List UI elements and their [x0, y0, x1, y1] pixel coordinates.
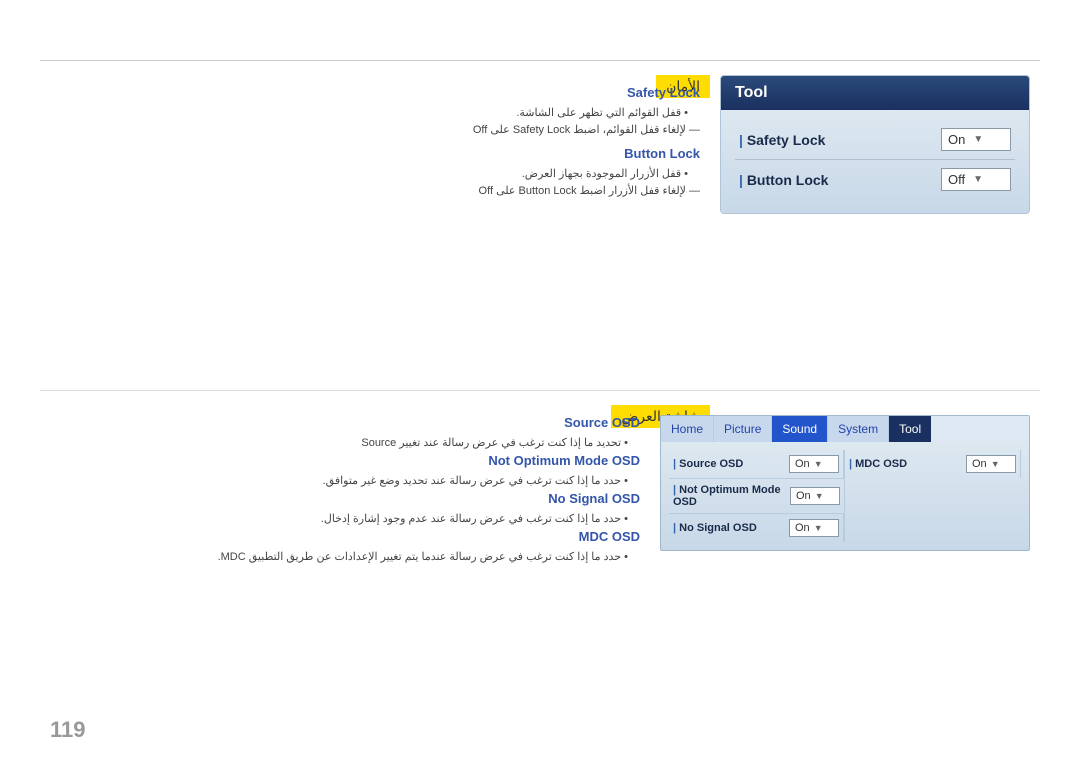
button-lock-bullet: قفل الأزرار الموجودة بجهاز العرض. — [50, 167, 700, 180]
osd-row-not-optimum: Not Optimum Mode OSD On ▼ — [669, 479, 844, 514]
osd-mdc-select[interactable]: On ▼ — [966, 455, 1016, 473]
osd-mdc-value: On — [972, 458, 987, 470]
osd-tabs: Home Picture Sound System Tool — [661, 416, 1029, 442]
tool-safety-lock-select[interactable]: On ▼ — [941, 128, 1011, 151]
tool-panel: Tool Safety Lock On ▼ Button Lock Off ▼ — [720, 75, 1030, 214]
tool-panel-header: Tool — [721, 76, 1029, 110]
osd-no-signal-value: On — [795, 522, 810, 534]
osd-no-signal-label: No Signal OSD — [673, 522, 789, 534]
top-divider — [40, 60, 1040, 61]
osd-row-source: Source OSD On ▼ — [669, 450, 844, 479]
mdc-osd-bullet: حدد ما إذا كنت ترغب في عرض رسالة عندما ي… — [50, 550, 640, 563]
osd-row-mdc: MDC OSD On ▼ — [845, 450, 1021, 478]
safety-lock-heading: Safety Lock — [50, 85, 700, 100]
osd-source-label: Source OSD — [673, 458, 789, 470]
source-osd-heading: Source OSD — [50, 415, 640, 430]
tool-button-lock-value: Off — [948, 172, 965, 187]
osd-no-signal-select[interactable]: On ▼ — [789, 519, 839, 537]
button-lock-sub: — لإلغاء قفل الأزرار اضبط Button Lock عل… — [50, 184, 700, 197]
bottom-text-content: Source OSD تحديد ما إذا كنت ترغب في عرض … — [50, 415, 640, 567]
tool-safety-lock-label: Safety Lock — [739, 132, 825, 148]
bottom-divider — [40, 390, 1040, 391]
tool-safety-lock-value: On — [948, 132, 965, 147]
safety-lock-bullet: قفل القوائم التي تظهر على الشاشة. — [50, 106, 700, 119]
no-signal-bullet: حدد ما إذا كنت ترغب في عرض رسالة عند عدم… — [50, 512, 640, 525]
tool-button-lock-arrow: ▼ — [973, 174, 983, 185]
osd-no-signal-arrow: ▼ — [814, 523, 823, 533]
tab-sound[interactable]: Sound — [772, 416, 828, 442]
tool-panel-body: Safety Lock On ▼ Button Lock Off ▼ — [721, 110, 1029, 213]
osd-source-value: On — [795, 458, 810, 470]
osd-source-arrow: ▼ — [814, 459, 823, 469]
top-text-content: Safety Lock قفل القوائم التي تظهر على ال… — [50, 85, 700, 207]
osd-source-select[interactable]: On ▼ — [789, 455, 839, 473]
osd-body: Source OSD On ▼ Not Optimum Mode OSD On … — [661, 442, 1029, 550]
osd-not-optimum-value: On — [796, 490, 811, 502]
safety-lock-sub: — لإلغاء قفل القوائم، اضبط Safety Lock ع… — [50, 123, 700, 136]
osd-mdc-label: MDC OSD — [849, 458, 966, 470]
tool-row-button-lock: Button Lock Off ▼ — [735, 160, 1015, 199]
tab-picture[interactable]: Picture — [714, 416, 772, 442]
osd-not-optimum-select[interactable]: On ▼ — [790, 487, 840, 505]
tab-system[interactable]: System — [828, 416, 889, 442]
osd-not-optimum-arrow: ▼ — [815, 491, 824, 501]
not-optimum-heading: Not Optimum Mode OSD — [50, 453, 640, 468]
osd-not-optimum-label: Not Optimum Mode OSD — [673, 484, 790, 508]
page-number: 119 — [50, 717, 86, 743]
no-signal-heading: No Signal OSD — [50, 491, 640, 506]
tab-tool[interactable]: Tool — [889, 416, 931, 442]
osd-mdc-arrow: ▼ — [991, 459, 1000, 469]
tool-row-safety-lock: Safety Lock On ▼ — [735, 120, 1015, 160]
source-osd-bullet: تحديد ما إذا كنت ترغب في عرض رسالة عند ت… — [50, 436, 640, 449]
tool-button-lock-select[interactable]: Off ▼ — [941, 168, 1011, 191]
tool-button-lock-label: Button Lock — [739, 172, 828, 188]
mdc-osd-heading: MDC OSD — [50, 529, 640, 544]
tab-home[interactable]: Home — [661, 416, 714, 442]
osd-row-no-signal: No Signal OSD On ▼ — [669, 514, 844, 542]
tool-safety-lock-arrow: ▼ — [973, 134, 983, 145]
button-lock-heading: Button Lock — [50, 146, 700, 161]
osd-panel: Home Picture Sound System Tool Source OS… — [660, 415, 1030, 551]
not-optimum-bullet: حدد ما إذا كنت ترغب في عرض رسالة عند تحد… — [50, 474, 640, 487]
